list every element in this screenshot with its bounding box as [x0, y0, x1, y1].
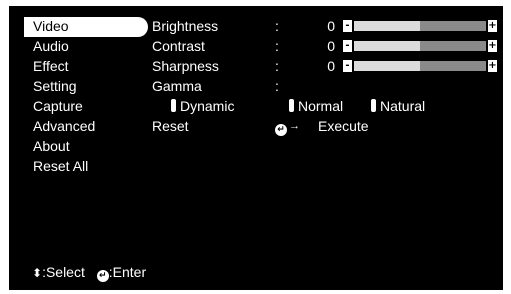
menu-item-about[interactable]: About — [24, 137, 148, 157]
brightness-value: 0 — [327, 18, 335, 34]
gamma-option-label: Natural — [380, 98, 426, 114]
contrast-value: 0 — [327, 38, 335, 54]
brightness-slider[interactable]: - + — [343, 20, 497, 32]
enter-hint-label: :Enter — [108, 264, 147, 280]
gamma-option-normal[interactable]: Normal — [289, 98, 343, 114]
sharpness-separator: : — [275, 58, 279, 74]
option-marker-icon — [289, 99, 294, 112]
reset-row: Reset ↵ → Execute — [9, 118, 503, 136]
plus-icon[interactable]: + — [488, 40, 497, 52]
sharpness-value: 0 — [327, 58, 335, 74]
gamma-option-label: Normal — [298, 98, 344, 114]
sharpness-row[interactable]: Sharpness : 0 - + — [9, 58, 503, 74]
contrast-fill — [354, 41, 420, 51]
execute-button[interactable]: Execute — [318, 118, 369, 134]
option-marker-icon — [371, 99, 376, 112]
gamma-option-dynamic[interactable]: Dynamic — [171, 98, 234, 114]
brightness-fill — [354, 21, 420, 31]
minus-icon[interactable]: - — [343, 60, 352, 72]
contrast-label: Contrast — [152, 38, 205, 54]
osd-screen: Video Audio Effect Setting Capture Advan… — [9, 6, 503, 290]
reset-label: Reset — [152, 118, 189, 134]
enter-icon: ↵ — [275, 118, 287, 136]
brightness-label: Brightness — [152, 18, 219, 34]
gamma-option-label: Dynamic — [180, 98, 235, 114]
contrast-row[interactable]: Contrast : 0 - + — [9, 38, 503, 54]
sharpness-fill — [354, 61, 420, 71]
right-arrow-icon: → — [289, 120, 300, 132]
menu-item-reset-all[interactable]: Reset All — [24, 157, 148, 177]
sharpness-slider[interactable]: - + — [343, 60, 497, 72]
gamma-label: Gamma — [152, 78, 202, 94]
contrast-track[interactable] — [354, 41, 486, 51]
gamma-row: Gamma : — [9, 78, 503, 94]
brightness-row[interactable]: Brightness : 0 - + — [9, 18, 503, 34]
sharpness-label: Sharpness — [152, 58, 219, 74]
minus-icon[interactable]: - — [343, 20, 352, 32]
option-marker-icon — [171, 99, 176, 112]
contrast-separator: : — [275, 38, 279, 54]
enter-icon: ↵ — [96, 270, 109, 282]
menu-item-capture[interactable]: Capture — [24, 97, 148, 117]
brightness-separator: : — [275, 18, 279, 34]
footer-hint: ⬍:Select ↵:Enter — [32, 264, 146, 282]
gamma-option-natural[interactable]: Natural — [371, 98, 425, 114]
minus-icon[interactable]: - — [343, 40, 352, 52]
brightness-track[interactable] — [354, 21, 486, 31]
contrast-slider[interactable]: - + — [343, 40, 497, 52]
plus-icon[interactable]: + — [488, 20, 497, 32]
plus-icon[interactable]: + — [488, 60, 497, 72]
sharpness-track[interactable] — [354, 61, 486, 71]
select-hint-label: :Select — [42, 264, 85, 280]
gamma-separator: : — [275, 78, 279, 94]
up-down-arrows-icon: ⬍ — [32, 266, 43, 280]
